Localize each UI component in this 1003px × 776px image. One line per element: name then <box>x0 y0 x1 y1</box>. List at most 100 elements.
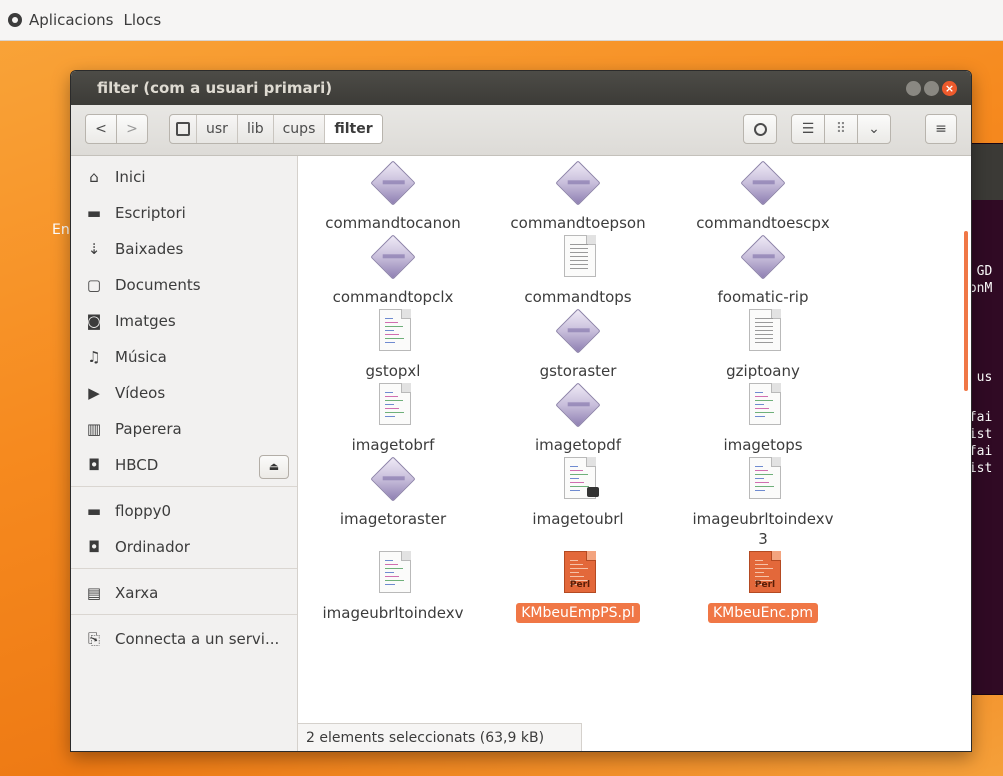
file-item[interactable]: imagetoraster <box>303 455 483 529</box>
menu-applications[interactable]: Aplicacions <box>29 11 113 29</box>
file-item[interactable]: foomatic-rip <box>673 233 853 307</box>
sidebar-item-desktop[interactable]: ▬ Escriptori <box>85 200 295 226</box>
perl-script-icon: Perl <box>554 549 602 597</box>
file-item[interactable]: imagetobrf <box>303 381 483 455</box>
breadcrumb-filter[interactable]: filter <box>325 115 382 143</box>
symlink-arrow-icon <box>587 487 599 497</box>
window-title: filter (com a usuari primari) <box>97 79 333 97</box>
perl-script-icon: Perl <box>739 549 787 597</box>
file-name: commandtocanon <box>325 214 461 232</box>
file-item[interactable]: commandtoescpx <box>673 159 853 233</box>
file-item[interactable]: commandtops <box>488 233 668 307</box>
drive-icon: ◘ <box>88 456 100 474</box>
toolbar: < > usr lib cups filter ☰ ⠿ ⌄ ≡ <box>71 105 971 156</box>
sidebar-item-connect-server[interactable]: ⎘ Connecta a un servi... <box>85 626 295 652</box>
sidebar-item-floppy[interactable]: ▬ floppy0 <box>85 498 295 524</box>
file-name: imageubrltoindexv <box>322 604 464 622</box>
file-name: KMbeuEnc.pm <box>707 603 819 623</box>
text-file-icon <box>739 307 787 355</box>
sidebar-item-label: Paperera <box>115 420 182 438</box>
view-options-dropdown[interactable]: ⌄ <box>857 114 891 144</box>
sidebar-item-label: Imatges <box>115 312 176 330</box>
file-item[interactable]: Perl KMbeuEmpPS.pl <box>488 549 668 623</box>
back-button[interactable]: < <box>85 114 117 144</box>
breadcrumb: usr lib cups filter <box>169 114 383 144</box>
executable-icon <box>554 307 602 355</box>
text-file-icon <box>554 233 602 281</box>
sidebar-item-label: Música <box>115 348 167 366</box>
maximize-button[interactable] <box>924 81 939 96</box>
file-item[interactable]: imageubrltoindexv 3 <box>673 455 853 549</box>
sidebar-item-label: Baixades <box>115 240 184 258</box>
list-view-button[interactable]: ☰ <box>791 114 825 144</box>
sidebar-item-videos[interactable]: ▶ Vídeos <box>85 380 295 406</box>
network-icon: ▤ <box>86 584 102 602</box>
document-icon: ▢ <box>86 276 102 294</box>
sidebar-item-label: floppy0 <box>115 502 172 520</box>
file-item[interactable]: commandtocanon <box>303 159 483 233</box>
sidebar-item-trash[interactable]: ▥ Paperera <box>85 416 295 442</box>
camera-icon: ◙ <box>86 312 102 330</box>
sidebar-item-downloads[interactable]: ⇣ Baixades <box>85 236 295 262</box>
script-file-icon <box>739 381 787 429</box>
executable-icon <box>369 455 417 503</box>
minimize-button[interactable] <box>906 81 921 96</box>
file-name: foomatic-rip <box>717 288 809 306</box>
file-item[interactable]: imagetoubrl <box>488 455 668 529</box>
file-name: gstopxl <box>365 362 421 380</box>
sidebar-item-home[interactable]: ⌂ Inici <box>85 164 295 190</box>
sidebar-item-label: Escriptori <box>115 204 186 222</box>
grid-view-button[interactable]: ⠿ <box>824 114 858 144</box>
breadcrumb-lib[interactable]: lib <box>238 115 274 143</box>
file-name: imagetoubrl <box>532 510 624 528</box>
executable-icon <box>369 159 417 207</box>
file-item[interactable]: gstoraster <box>488 307 668 381</box>
download-icon: ⇣ <box>87 240 101 258</box>
sidebar-item-pictures[interactable]: ◙ Imatges <box>85 308 295 334</box>
sidebar-item-label: Ordinador <box>115 538 190 556</box>
file-manager-window: filter (com a usuari primari) × < > usr … <box>70 70 972 752</box>
file-item[interactable]: imagetopdf <box>488 381 668 455</box>
file-name: 3 <box>758 530 768 548</box>
close-button[interactable]: × <box>942 81 957 96</box>
sidebar-item-music[interactable]: ♫ Música <box>85 344 295 370</box>
sidebar-item-network[interactable]: ▤ Xarxa <box>85 580 295 606</box>
file-name: imagetoraster <box>339 510 447 528</box>
floppy-icon: ▬ <box>86 502 102 520</box>
video-icon: ▶ <box>88 384 100 402</box>
server-icon: ⎘ <box>87 630 100 648</box>
eject-button[interactable]: ⏏ <box>259 455 289 479</box>
trash-icon: ▥ <box>86 420 102 438</box>
search-icon[interactable] <box>743 114 777 144</box>
file-grid: commandtocanon commandtoepson commandtoesc… <box>298 156 971 721</box>
sidebar-item-documents[interactable]: ▢ Documents <box>85 272 295 298</box>
root-drive-icon[interactable] <box>170 115 197 143</box>
file-name: imagetobrf <box>351 436 435 454</box>
file-name: gziptoany <box>726 362 800 380</box>
desktop-folder-icon: ▬ <box>86 204 102 222</box>
file-item[interactable]: commandtoepson <box>488 159 668 233</box>
sidebar: ⌂ Inici ▬ Escriptori ⇣ Baixades ▢ Documents … <box>71 156 298 751</box>
sidebar-separator <box>71 614 297 615</box>
status-bar: 2 elements seleccionats (63,9 kB) <box>298 723 582 751</box>
breadcrumb-usr[interactable]: usr <box>197 115 238 143</box>
file-item[interactable]: Perl KMbeuEnc.pm <box>673 549 853 623</box>
applications-icon[interactable] <box>8 13 22 27</box>
file-item[interactable]: imageubrltoindexv <box>303 549 483 623</box>
desktop-label: En <box>52 222 70 238</box>
sidebar-separator <box>71 486 297 487</box>
scrollbar[interactable] <box>964 231 968 391</box>
menu-button[interactable]: ≡ <box>925 114 957 144</box>
file-name: imagetops <box>723 436 803 454</box>
sidebar-item-computer[interactable]: ◘ Ordinador <box>85 534 295 560</box>
file-item[interactable]: gstopxl <box>303 307 483 381</box>
file-name: KMbeuEmpPS.pl <box>516 603 640 623</box>
file-item[interactable]: commandtopclx <box>303 233 483 307</box>
window-titlebar[interactable]: filter (com a usuari primari) × <box>71 71 971 105</box>
forward-button[interactable]: > <box>116 114 148 144</box>
menu-places[interactable]: Llocs <box>123 11 161 29</box>
breadcrumb-cups[interactable]: cups <box>274 115 326 143</box>
file-name: commandtops <box>524 288 632 306</box>
file-item[interactable]: imagetops <box>673 381 853 455</box>
file-item[interactable]: gziptoany <box>673 307 853 381</box>
